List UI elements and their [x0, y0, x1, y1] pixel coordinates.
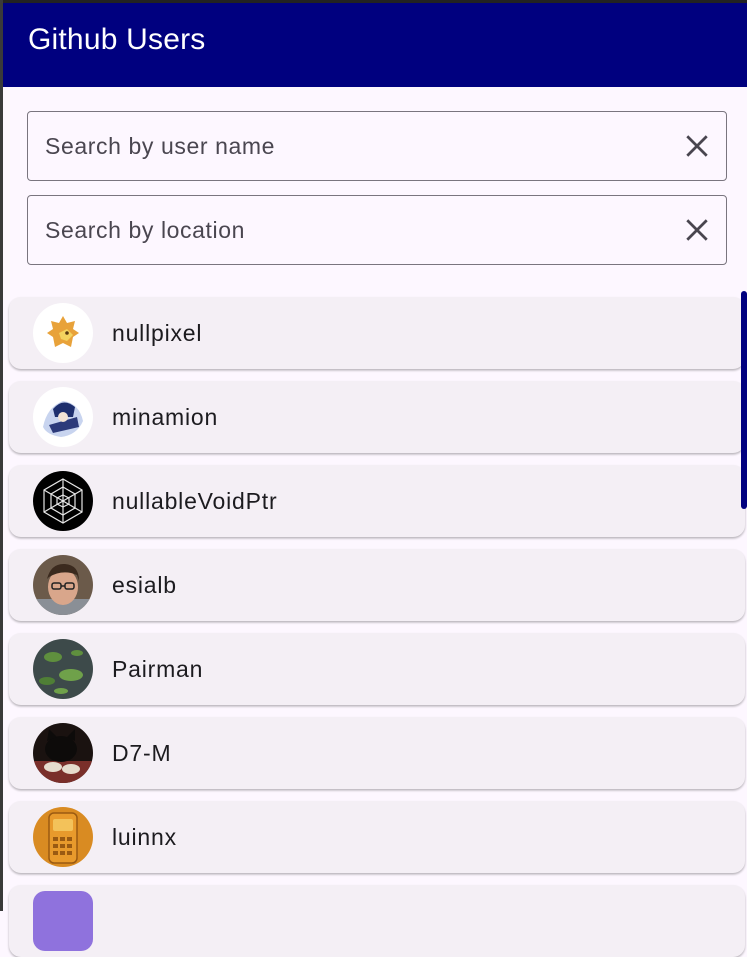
user-login: minamion — [112, 404, 219, 430]
lily-pad-avatar — [33, 639, 93, 699]
user-list-item[interactable]: esialb — [9, 549, 745, 621]
orange-avatar — [33, 807, 93, 867]
page-title: Github Users — [28, 23, 206, 56]
user-list-item[interactable]: luinnx — [9, 801, 745, 873]
location-search-field — [27, 195, 727, 265]
close-icon[interactable] — [682, 131, 712, 161]
window-left-border — [0, 0, 3, 911]
user-list-item[interactable] — [9, 885, 745, 957]
user-list-item[interactable]: nullpixel — [9, 297, 745, 369]
anime-avatar — [33, 387, 93, 447]
username-search-field — [27, 111, 727, 181]
geometric-avatar — [33, 471, 93, 531]
user-list-item[interactable]: D7-M — [9, 717, 745, 789]
user-list-item[interactable]: nullableVoidPtr — [9, 465, 745, 537]
user-login: luinnx — [112, 824, 177, 850]
app-bar: Github Users — [3, 3, 747, 87]
location-search-input[interactable] — [45, 196, 665, 264]
user-list-item[interactable]: minamion — [9, 381, 745, 453]
close-icon[interactable] — [682, 215, 712, 245]
user-list-item[interactable]: Pairman — [9, 633, 745, 705]
user-login: Pairman — [112, 656, 204, 682]
purple-avatar — [33, 891, 93, 951]
cat-avatar — [33, 723, 93, 783]
user-login: nullpixel — [112, 320, 203, 346]
photo-avatar — [33, 555, 93, 615]
user-login: esialb — [112, 572, 177, 598]
user-login: D7-M — [112, 740, 172, 766]
lion-avatar — [33, 303, 93, 363]
scrollbar-thumb[interactable] — [741, 291, 747, 509]
username-search-input[interactable] — [45, 112, 665, 180]
user-login: nullableVoidPtr — [112, 488, 278, 514]
